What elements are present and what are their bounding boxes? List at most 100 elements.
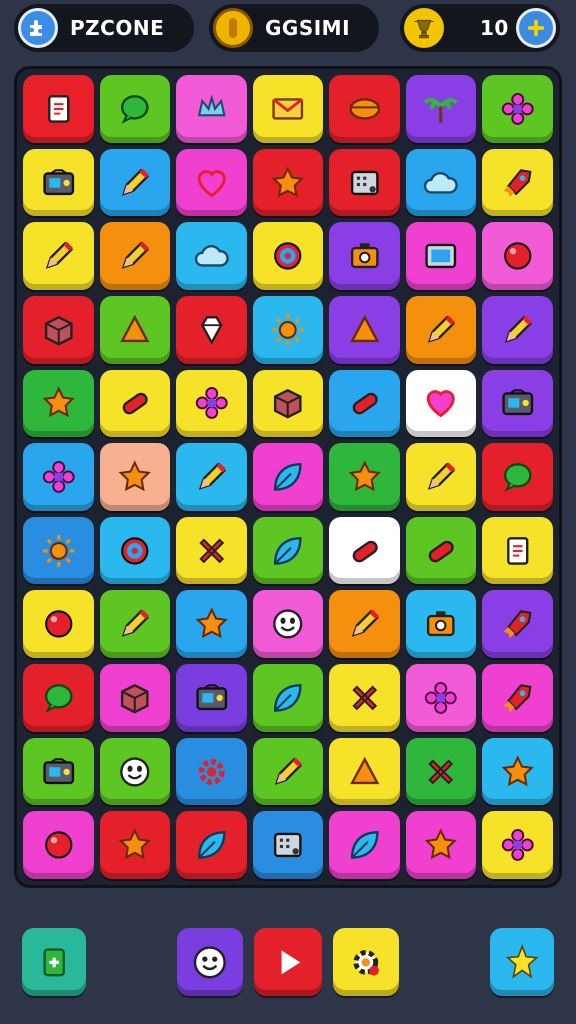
puzzle-tile[interactable] — [482, 148, 553, 217]
puzzle-tile[interactable] — [482, 811, 553, 879]
puzzle-tile[interactable] — [482, 516, 553, 585]
puzzle-tile[interactable] — [99, 811, 171, 879]
puzzle-tile[interactable] — [176, 148, 247, 217]
puzzle-tile[interactable] — [99, 443, 171, 511]
puzzle-tile[interactable] — [176, 222, 247, 290]
puzzle-tile[interactable] — [329, 222, 400, 290]
star-icon — [118, 460, 151, 492]
puzzle-tile[interactable] — [99, 295, 171, 364]
circle-icon — [44, 831, 72, 859]
flower-icon — [195, 387, 228, 420]
puzzle-tile[interactable] — [23, 295, 94, 364]
puzzle-tile[interactable] — [482, 737, 553, 806]
add-card-button[interactable] — [22, 928, 86, 996]
puzzle-tile[interactable] — [23, 369, 94, 438]
target-icon — [274, 242, 302, 270]
hud-coin-panel[interactable]: GGSIMI — [209, 4, 379, 52]
puzzle-tile[interactable] — [23, 590, 94, 659]
puzzle-tile[interactable] — [405, 222, 477, 290]
puzzle-tile[interactable] — [99, 737, 171, 806]
puzzle-tile[interactable] — [252, 516, 324, 585]
puzzle-board — [14, 66, 562, 888]
puzzle-tile[interactable] — [405, 369, 477, 438]
puzzle-tile[interactable] — [176, 516, 247, 585]
puzzle-tile[interactable] — [176, 737, 247, 806]
puzzle-tile[interactable] — [329, 590, 400, 659]
star-icon — [118, 828, 151, 860]
puzzle-tile[interactable] — [482, 75, 553, 143]
settings-button[interactable] — [333, 928, 399, 996]
puzzle-tile[interactable] — [23, 222, 94, 290]
puzzle-tile[interactable] — [482, 664, 553, 732]
puzzle-tile[interactable] — [329, 75, 400, 143]
play-button[interactable] — [254, 928, 322, 996]
radio-icon — [42, 757, 74, 784]
puzzle-tile[interactable] — [23, 664, 94, 732]
puzzle-tile[interactable] — [252, 75, 324, 143]
puzzle-tile[interactable] — [176, 295, 247, 364]
puzzle-tile[interactable] — [252, 148, 324, 217]
puzzle-tile[interactable] — [405, 811, 477, 879]
add-gems-button[interactable] — [516, 8, 556, 48]
puzzle-tile[interactable] — [405, 737, 477, 806]
face-button[interactable] — [177, 928, 243, 996]
pencil-icon — [351, 609, 379, 638]
puzzle-tile[interactable] — [99, 590, 171, 659]
puzzle-tile[interactable] — [329, 516, 400, 585]
puzzle-tile[interactable] — [99, 369, 171, 438]
rocket-icon — [503, 168, 532, 197]
puzzle-tile[interactable] — [329, 369, 400, 438]
puzzle-tile[interactable] — [176, 443, 247, 511]
puzzle-tile[interactable] — [482, 590, 553, 659]
puzzle-tile[interactable] — [405, 148, 477, 217]
puzzle-tile[interactable] — [176, 369, 247, 438]
circle-icon — [44, 610, 72, 638]
puzzle-tile[interactable] — [23, 516, 94, 585]
puzzle-tile[interactable] — [252, 443, 324, 511]
puzzle-tile[interactable] — [329, 148, 400, 217]
puzzle-tile[interactable] — [482, 443, 553, 511]
pencil-icon — [428, 462, 456, 490]
puzzle-tile[interactable] — [329, 295, 400, 364]
puzzle-tile[interactable] — [99, 516, 171, 585]
capsule-icon — [429, 540, 455, 563]
puzzle-tile[interactable] — [252, 369, 324, 438]
puzzle-tile[interactable] — [23, 148, 94, 217]
puzzle-tile[interactable] — [252, 590, 324, 659]
puzzle-tile[interactable] — [329, 664, 400, 732]
triangle-icon — [120, 314, 150, 342]
puzzle-tile[interactable] — [482, 295, 553, 364]
puzzle-tile[interactable] — [405, 516, 477, 585]
puzzle-tile[interactable] — [176, 590, 247, 659]
puzzle-tile[interactable] — [252, 222, 324, 290]
puzzle-tile[interactable] — [23, 443, 94, 511]
palm-icon — [423, 98, 459, 124]
puzzle-tile[interactable] — [99, 664, 171, 732]
puzzle-tile[interactable] — [176, 75, 247, 143]
puzzle-tile[interactable] — [99, 75, 171, 143]
hud-left-panel[interactable]: PZCONE — [14, 4, 194, 52]
puzzle-tile[interactable] — [23, 75, 94, 143]
puzzle-tile[interactable] — [329, 443, 400, 511]
puzzle-tile[interactable] — [482, 222, 553, 290]
star-burst-button[interactable] — [490, 928, 554, 996]
puzzle-tile[interactable] — [405, 443, 477, 511]
puzzle-tile[interactable] — [482, 369, 553, 438]
puzzle-tile[interactable] — [329, 811, 400, 879]
puzzle-tile[interactable] — [252, 664, 324, 732]
speech-icon — [121, 95, 149, 124]
puzzle-tile[interactable] — [252, 737, 324, 806]
puzzle-tile[interactable] — [176, 811, 247, 879]
puzzle-tile[interactable] — [252, 811, 324, 879]
puzzle-tile[interactable] — [405, 664, 477, 732]
puzzle-tile[interactable] — [405, 295, 477, 364]
puzzle-tile[interactable] — [23, 737, 94, 806]
puzzle-tile[interactable] — [405, 590, 477, 659]
puzzle-tile[interactable] — [329, 737, 400, 806]
puzzle-tile[interactable] — [405, 75, 477, 143]
puzzle-tile[interactable] — [99, 222, 171, 290]
puzzle-tile[interactable] — [99, 148, 171, 217]
puzzle-tile[interactable] — [176, 664, 247, 732]
puzzle-tile[interactable] — [23, 811, 94, 879]
puzzle-tile[interactable] — [252, 295, 324, 364]
